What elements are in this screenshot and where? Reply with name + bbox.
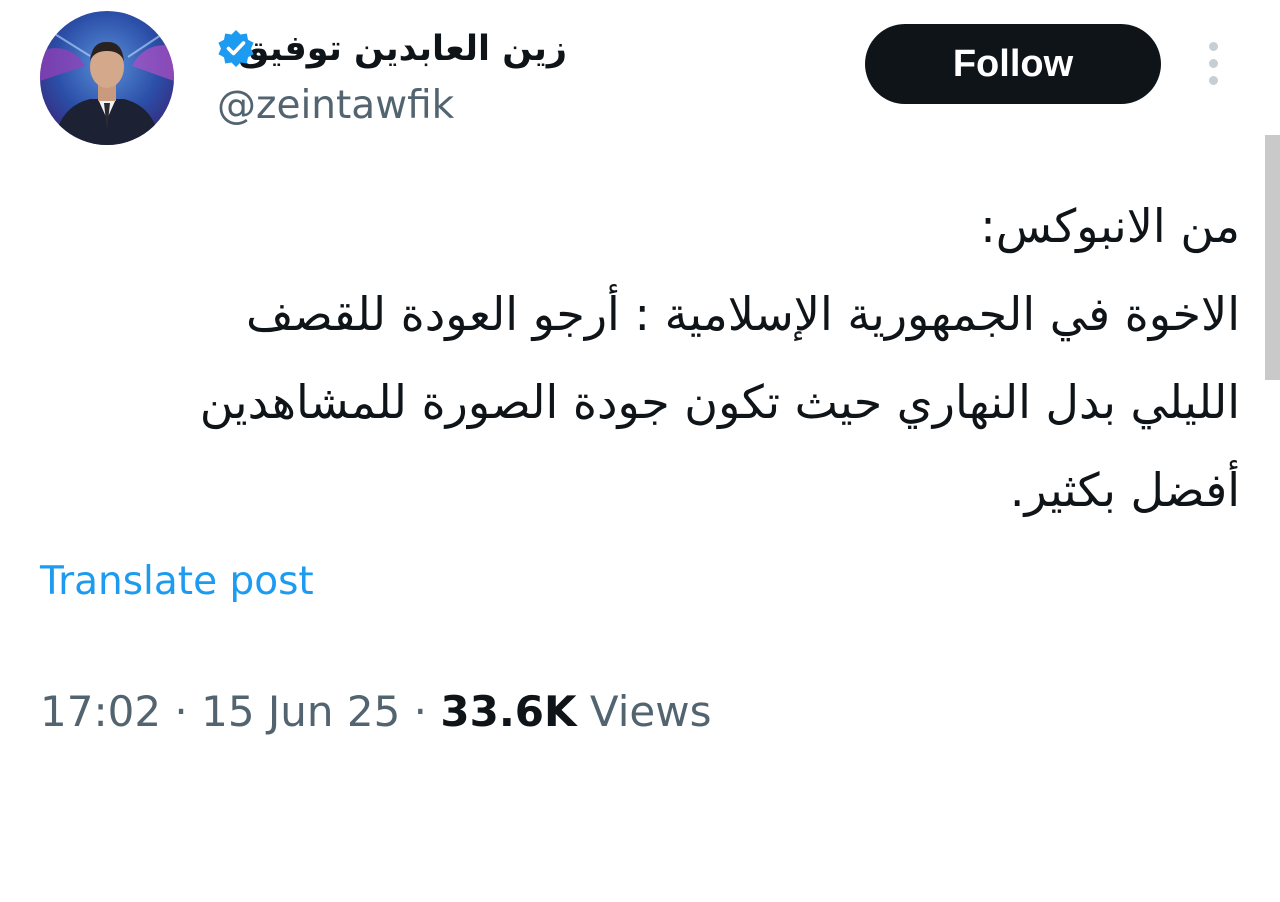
author-handle[interactable]: @zeintawfik	[217, 80, 454, 132]
scrollbar-thumb[interactable]	[1265, 135, 1280, 380]
tweet-meta: 17:02 · 15 Jun 25 · 33.6K Views	[40, 684, 711, 740]
tweet-text: من الانبوكس: الاخوة في الجمهورية الإسلام…	[40, 182, 1240, 534]
tweet-date[interactable]: 15 Jun 25	[201, 687, 400, 736]
translate-post-link[interactable]: Translate post	[40, 556, 314, 608]
verified-badge-icon	[216, 28, 256, 68]
avatar[interactable]	[40, 11, 174, 145]
tweet-line: الاخوة في الجمهورية الإسلامية : أرجو الع…	[246, 287, 1240, 341]
views-count: 33.6K	[440, 687, 577, 736]
tweet-line: الليلي بدل النهاري حيث تكون جودة الصورة …	[199, 375, 1240, 429]
tweet-line: من الانبوكس:	[980, 199, 1240, 253]
avatar-photo	[40, 11, 174, 145]
tweet-line: أفضل بكثير.	[1009, 463, 1240, 517]
more-options-icon[interactable]	[1200, 42, 1226, 86]
author-display-name[interactable]: زين العابدين توفيق	[238, 24, 620, 74]
meta-separator: ·	[400, 687, 441, 736]
meta-separator: ·	[161, 687, 202, 736]
views-label: Views	[589, 687, 712, 736]
tweet-time[interactable]: 17:02	[40, 687, 161, 736]
follow-button[interactable]: Follow	[865, 24, 1161, 104]
